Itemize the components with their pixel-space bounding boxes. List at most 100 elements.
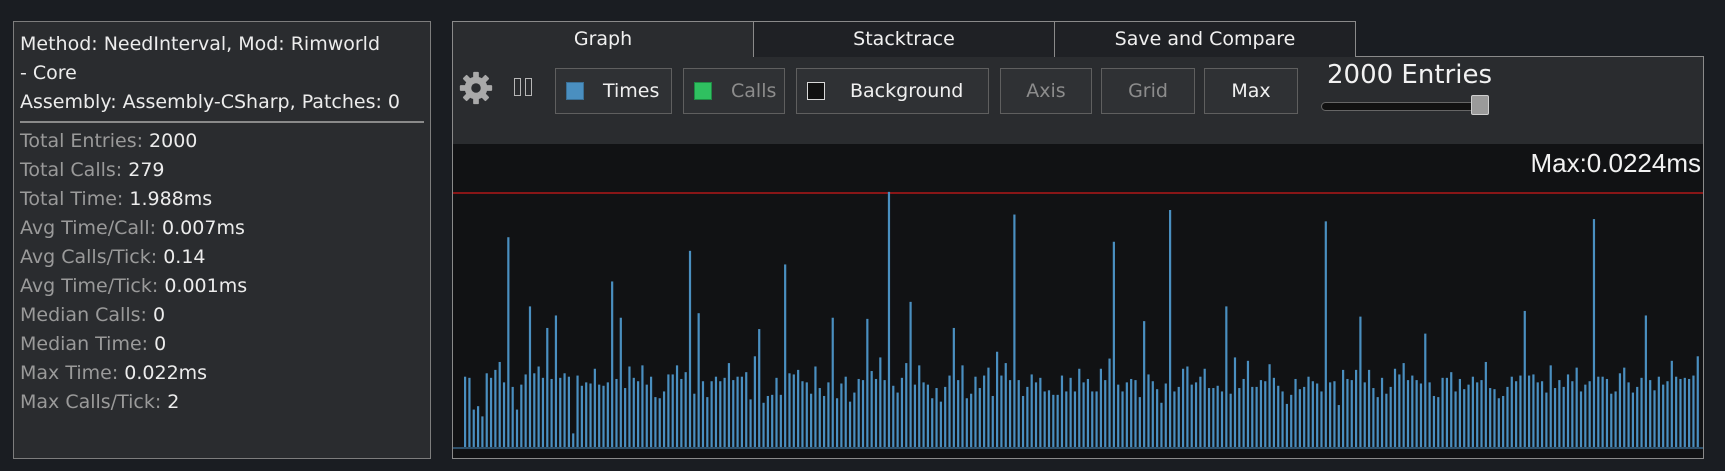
- times-bar: [719, 381, 722, 447]
- times-bar: [1324, 221, 1327, 447]
- times-bar: [1030, 374, 1033, 447]
- grid-button[interactable]: Grid: [1101, 68, 1195, 114]
- times-bar: [887, 191, 891, 447]
- tab-stacktrace[interactable]: Stacktrace: [753, 21, 1055, 57]
- times-bar: [874, 378, 878, 447]
- stat-value: 2000: [149, 130, 198, 152]
- times-bar: [840, 383, 843, 447]
- times-bar: [1091, 391, 1094, 447]
- profiler-graph-window: Graph Stacktrace Save and Compare Times …: [452, 21, 1704, 459]
- times-bar: [697, 313, 700, 447]
- times-bar: [468, 377, 471, 447]
- times-bar: [1147, 374, 1150, 447]
- times-bar: [1233, 357, 1237, 447]
- times-bar: [1519, 375, 1522, 447]
- times-bar: [970, 393, 973, 447]
- times-bar: [983, 375, 986, 447]
- times-bar: [1277, 385, 1280, 447]
- times-bar: [1130, 378, 1133, 447]
- times-bar: [827, 382, 830, 447]
- times-bar: [926, 384, 929, 447]
- times-bar: [1372, 388, 1375, 447]
- times-bar: [537, 366, 540, 447]
- times-bar: [511, 386, 514, 447]
- gear-icon[interactable]: [457, 69, 495, 107]
- times-bar: [1471, 376, 1474, 447]
- times-bar: [1021, 395, 1025, 447]
- times-checkbox[interactable]: [566, 82, 584, 100]
- tab-graph[interactable]: Graph: [452, 21, 754, 57]
- times-bar: [1536, 382, 1539, 447]
- times-bar: [1225, 306, 1228, 447]
- times-bar: [753, 356, 756, 447]
- background-checkbox[interactable]: [807, 82, 825, 100]
- times-bar: [1467, 384, 1470, 447]
- max-value-label: Max:0.0224ms: [1530, 148, 1701, 178]
- times-bar: [771, 394, 774, 447]
- stat-avg-time-call: Avg Time/Call: 0.007ms: [20, 214, 424, 243]
- times-bar: [1069, 377, 1072, 447]
- times-bar: [727, 363, 731, 447]
- times-bar: [1402, 363, 1405, 447]
- times-bar: [784, 264, 787, 447]
- times-bar: [1242, 378, 1245, 447]
- times-bar: [585, 382, 588, 447]
- times-bar: [1104, 380, 1107, 447]
- times-bar: [550, 378, 553, 447]
- times-bar: [1086, 378, 1090, 447]
- times-bar: [559, 377, 562, 447]
- times-bar: [792, 374, 795, 447]
- times-bar: [961, 365, 964, 447]
- background-toggle[interactable]: Background: [796, 68, 989, 114]
- times-bar: [464, 376, 467, 447]
- times-bar: [589, 383, 592, 447]
- times-bar: [1186, 366, 1189, 447]
- times-bar: [701, 381, 705, 447]
- times-bar: [1008, 380, 1012, 447]
- times-bar: [831, 317, 834, 447]
- times-bar: [572, 433, 575, 447]
- times-bar: [991, 395, 994, 447]
- times-bar: [866, 318, 869, 447]
- times-bar: [723, 377, 726, 447]
- times-bar: [706, 397, 709, 447]
- entries-slider-track[interactable]: [1321, 102, 1489, 111]
- times-bar: [1333, 381, 1336, 447]
- entries-slider-handle[interactable]: [1471, 95, 1489, 115]
- times-bar: [814, 366, 817, 447]
- times-bar: [476, 406, 480, 447]
- times-bar: [524, 374, 527, 447]
- times-bar: [1134, 380, 1137, 447]
- max-button[interactable]: Max: [1204, 68, 1298, 114]
- times-bar: [1545, 392, 1548, 447]
- stat-median-time: Median Time: 0: [20, 330, 424, 359]
- times-bar: [1415, 380, 1418, 447]
- times-bar: [1657, 376, 1660, 447]
- times-bar: [1199, 376, 1202, 447]
- times-bar: [732, 380, 735, 447]
- times-bar: [1272, 377, 1276, 447]
- times-bar: [498, 361, 501, 447]
- times-bar: [900, 377, 904, 447]
- times-bar: [1173, 391, 1176, 447]
- times-bar: [1095, 391, 1098, 447]
- axis-button[interactable]: Axis: [1000, 68, 1092, 114]
- times-bar: [684, 372, 687, 447]
- tab-save-and-compare[interactable]: Save and Compare: [1054, 21, 1356, 57]
- times-bar: [1000, 375, 1003, 447]
- times-bar: [918, 365, 921, 447]
- times-bar: [637, 381, 640, 447]
- calls-toggle[interactable]: Calls: [683, 68, 785, 114]
- stat-value: 0.022ms: [124, 362, 208, 384]
- times-bar: [1450, 372, 1453, 447]
- pause-icon[interactable]: [513, 76, 535, 98]
- calls-checkbox[interactable]: [694, 82, 712, 100]
- times-bar: [1143, 321, 1146, 447]
- times-bar: [628, 366, 631, 447]
- times-bar: [1190, 384, 1193, 447]
- times-bar: [1082, 382, 1085, 447]
- times-toggle[interactable]: Times: [555, 68, 672, 114]
- times-bar: [1342, 369, 1345, 447]
- times-bar: [520, 384, 523, 447]
- times-bar: [1259, 380, 1263, 447]
